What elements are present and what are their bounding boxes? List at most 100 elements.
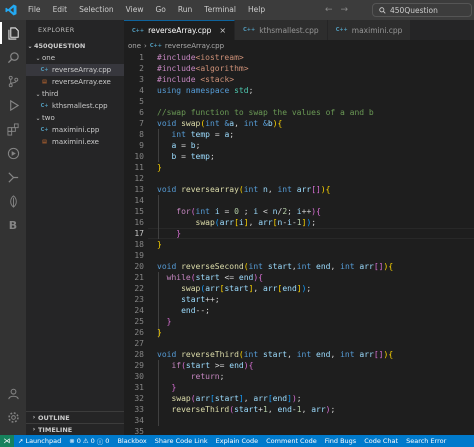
- status-item-blackbox[interactable]: Blackbox: [113, 437, 150, 445]
- line-number: 28: [134, 350, 144, 359]
- code-line: end--;: [181, 306, 210, 315]
- leaf-icon[interactable]: [0, 190, 26, 212]
- forward-arrow-icon[interactable]: →: [341, 5, 349, 15]
- menu-file[interactable]: File: [22, 0, 47, 20]
- search-icon: [379, 6, 386, 14]
- tree-item-label: third: [42, 90, 59, 98]
- live-share-icon[interactable]: [0, 166, 26, 188]
- menu-terminal[interactable]: Terminal: [198, 0, 242, 20]
- extensions-icon[interactable]: [0, 118, 26, 140]
- current-line-highlight: [148, 228, 474, 239]
- search-text: 450Question: [390, 5, 438, 15]
- folder-item[interactable]: ⌄ third: [26, 88, 124, 100]
- menu-go[interactable]: Go: [149, 0, 171, 20]
- code-line: int temp = a;: [171, 130, 235, 139]
- editor-tab[interactable]: C++ maximini.cpp: [327, 20, 412, 40]
- source-control-icon[interactable]: [0, 70, 26, 92]
- breadcrumb-folder[interactable]: one: [128, 42, 141, 50]
- line-number: 26: [134, 328, 144, 337]
- error-icon: ⊗: [69, 437, 75, 445]
- folder-item[interactable]: ⌄ one: [26, 52, 124, 64]
- command-center-search[interactable]: 450Question: [372, 3, 472, 17]
- problems-indicator[interactable]: ⊗ 0 ⚠ 0 ⓘ 0: [65, 436, 113, 446]
- testing-icon[interactable]: [0, 142, 26, 164]
- code-line: if(start >= end){: [171, 361, 254, 370]
- line-number: 2: [139, 64, 144, 73]
- tree-item-label: reverseArray.cpp: [52, 66, 112, 74]
- blackbox-icon[interactable]: B: [0, 214, 26, 236]
- code-editor[interactable]: 1 2 3 4 5 6 7 8 9 10 11 12 13 14 15 16 17 18 19 20 21 22 23 24 2…: [124, 52, 474, 436]
- chevron-right-icon: ›: [32, 426, 36, 433]
- code-line: reverseThird(start+1, end-1, arr);: [171, 405, 336, 414]
- status-item-share-code-link[interactable]: Share Code Link: [151, 437, 212, 445]
- editor-tab[interactable]: C++ reverseArray.cpp ×: [124, 20, 236, 40]
- menu-run[interactable]: Run: [172, 0, 198, 20]
- menu-view[interactable]: View: [120, 0, 150, 20]
- file-item[interactable]: C+ reverseArray.cpp: [26, 64, 124, 76]
- line-number: 18: [134, 240, 144, 249]
- line-number: 22: [134, 284, 144, 293]
- line-number: 34: [134, 416, 144, 425]
- cpp-file-icon: C++: [132, 27, 145, 34]
- line-number: 10: [134, 152, 144, 161]
- tree-item-label: maximini.cpp: [52, 126, 100, 134]
- launchpad-button[interactable]: ➚ Launchpad: [14, 437, 65, 445]
- line-number: 6: [139, 108, 144, 117]
- line-number: 4: [139, 86, 144, 95]
- file-item[interactable]: C+ kthsmallest.cpp: [26, 100, 124, 112]
- status-item-search-error[interactable]: Search Error: [402, 437, 450, 445]
- close-icon[interactable]: ×: [219, 26, 226, 35]
- file-item[interactable]: C+ maximini.cpp: [26, 124, 124, 136]
- line-number: 15: [134, 207, 144, 216]
- line-number: 30: [134, 372, 144, 381]
- code-line: #include <stack>: [157, 75, 235, 84]
- title-bar: File Edit Selection View Go Run Terminal Help ←…: [0, 0, 474, 20]
- status-item-find-bugs[interactable]: Find Bugs: [321, 437, 360, 445]
- status-item-explain-code[interactable]: Explain Code: [212, 437, 263, 445]
- search-icon[interactable]: [0, 46, 26, 68]
- workspace-root[interactable]: ⌄ 450QUESTION: [26, 40, 124, 52]
- menu-selection[interactable]: Selection: [73, 0, 120, 20]
- file-item[interactable]: ▤ maximini.exe: [26, 136, 124, 148]
- line-number: 17: [134, 229, 144, 238]
- chevron-down-icon: ⌄: [35, 90, 41, 98]
- tab-label: kthsmallest.cpp: [259, 25, 319, 35]
- outline-section[interactable]: › OUTLINE: [26, 411, 124, 423]
- menu-edit[interactable]: Edit: [47, 0, 74, 20]
- line-number: 14: [134, 196, 144, 205]
- breadcrumb: one › C++ reverseArray.cpp: [128, 40, 224, 51]
- code-line: void reverseSecond(int start,int end, in…: [157, 262, 394, 271]
- tree-item-label: one: [42, 54, 56, 62]
- back-arrow-icon[interactable]: ←: [325, 5, 333, 15]
- editor-tab[interactable]: C++ kthsmallest.cpp: [235, 20, 328, 40]
- breadcrumb-file[interactable]: reverseArray.cpp: [165, 42, 224, 50]
- line-number: 32: [134, 394, 144, 403]
- rocket-icon: ➚: [18, 437, 24, 445]
- line-number: 5: [139, 97, 144, 106]
- status-bar: ⋊ ➚ Launchpad ⊗ 0 ⚠ 0 ⓘ 0 Blackbox Share Cod…: [0, 435, 474, 447]
- line-number: 25: [134, 317, 144, 326]
- menu-help[interactable]: Help: [242, 0, 271, 20]
- status-item-comment-code[interactable]: Comment Code: [262, 437, 321, 445]
- warning-icon: ⚠: [82, 437, 89, 445]
- settings-gear-icon[interactable]: [0, 406, 26, 428]
- chevron-right-icon: ›: [32, 414, 36, 421]
- line-number: 16: [134, 218, 144, 227]
- timeline-section[interactable]: › TIMELINE: [26, 423, 124, 435]
- run-debug-icon[interactable]: [0, 94, 26, 116]
- explorer-icon[interactable]: [0, 22, 26, 44]
- exe-file-icon: ▤: [42, 78, 47, 85]
- folder-item[interactable]: ⌄ two: [26, 112, 124, 124]
- account-icon[interactable]: [0, 382, 26, 404]
- cpp-file-icon: C++: [335, 27, 348, 33]
- cpp-file-icon: C+: [40, 126, 49, 133]
- status-item-code-chat[interactable]: Code Chat: [360, 437, 402, 445]
- cpp-file-icon: C+: [40, 102, 49, 109]
- code-line: }: [157, 328, 162, 337]
- tree-item-label: two: [42, 114, 55, 122]
- line-number: 1: [139, 53, 144, 62]
- remote-icon[interactable]: ⋊: [0, 435, 14, 447]
- file-item[interactable]: ▤ reverseArray.exe: [26, 76, 124, 88]
- line-number: 31: [134, 383, 144, 392]
- line-number: 7: [139, 119, 144, 128]
